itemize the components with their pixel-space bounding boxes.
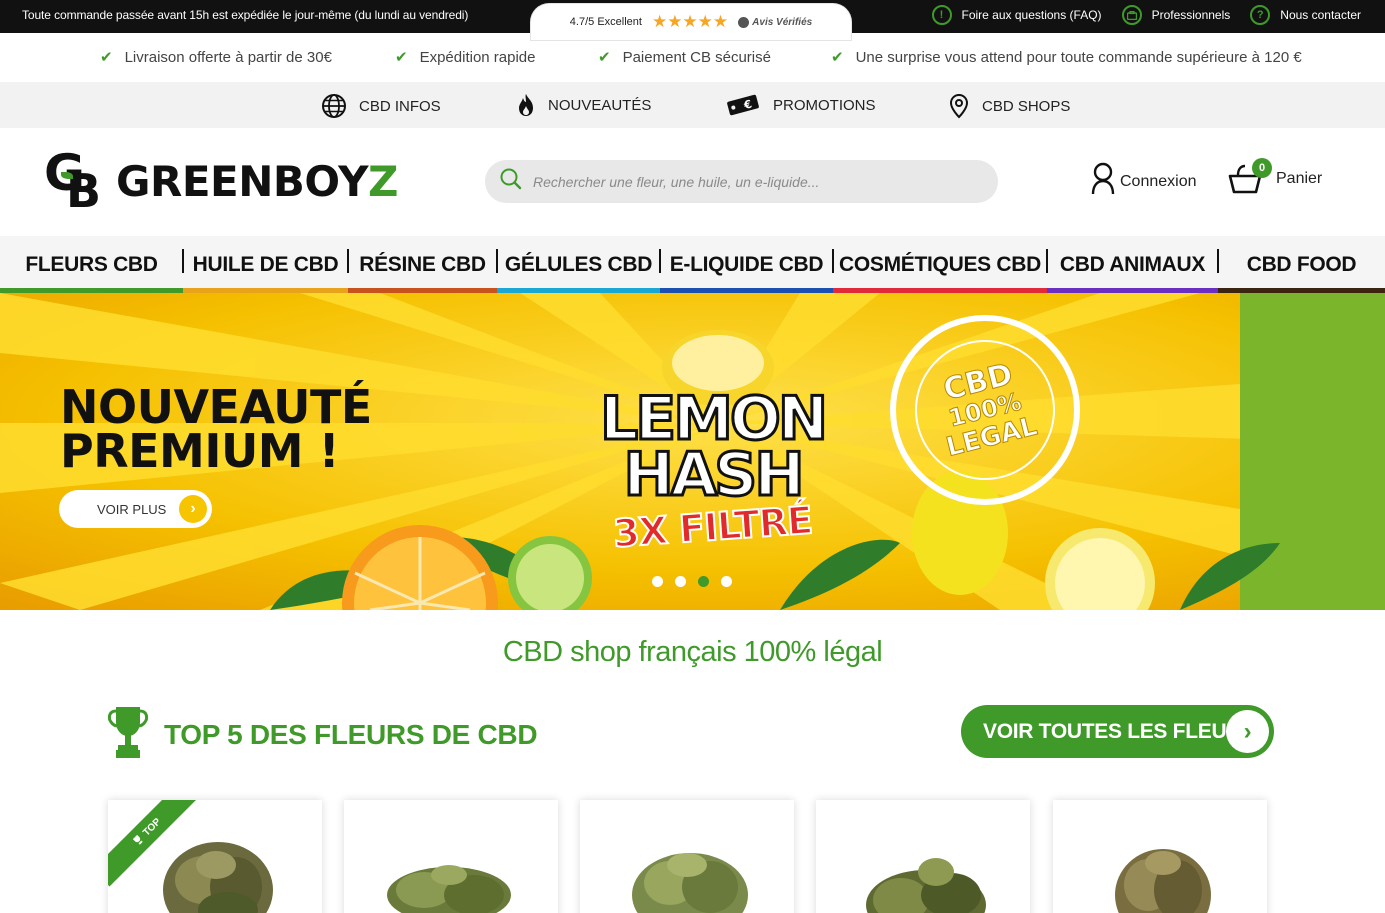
flame-icon bbox=[516, 93, 536, 117]
check-icon: ✔ bbox=[831, 49, 844, 66]
banner-voir-plus-button[interactable]: VOIR PLUS › bbox=[59, 490, 212, 528]
info-nav-cbd-infos[interactable]: CBD INFOS bbox=[321, 93, 441, 119]
cbd-flower-image bbox=[1115, 849, 1211, 913]
logo-mark-icon: G B bbox=[44, 148, 102, 214]
rating-stars-icon: ★★★★★ bbox=[651, 12, 729, 31]
product-card[interactable] bbox=[816, 800, 1030, 913]
top5-title: TOP 5 DES FLEURS DE CBD bbox=[164, 718, 538, 750]
category-cosmetiques-cbd[interactable]: COSMÉTIQUES CBD bbox=[833, 236, 1047, 293]
reassurance-secure-payment: ✔ Paiement CB sécurisé bbox=[598, 48, 771, 67]
category-e-liquide-cbd[interactable]: E-LIQUIDE CBD bbox=[660, 236, 833, 293]
carousel-dots bbox=[652, 576, 732, 587]
trophy-icon bbox=[130, 832, 146, 848]
category-cbd-animaux[interactable]: CBD ANIMAUX bbox=[1047, 236, 1218, 293]
basket-icon: 0 bbox=[1228, 158, 1272, 196]
cart-label: Panier bbox=[1276, 170, 1323, 187]
briefcase-icon bbox=[1121, 5, 1142, 25]
reassurance-bar: ✔ Livraison offerte à partir de 30€ ✔ Ex… bbox=[0, 33, 1385, 82]
avis-verifies-icon bbox=[738, 16, 750, 28]
category-resine-cbd[interactable]: RÉSINE CBD bbox=[348, 236, 497, 293]
reassurance-surprise: ✔ Une surprise vous attend pour toute co… bbox=[831, 48, 1302, 67]
check-icon: ✔ bbox=[100, 49, 113, 66]
question-circle-icon: ? bbox=[1250, 5, 1271, 25]
check-icon: ✔ bbox=[598, 49, 611, 66]
map-pin-icon bbox=[948, 93, 970, 119]
cbd-flower-image bbox=[163, 842, 273, 913]
cbd-legal-seal-icon: CBD 100% LEGAL bbox=[890, 315, 1080, 505]
search-bar[interactable] bbox=[485, 160, 998, 203]
category-huile-de-cbd[interactable]: HUILE DE CBD bbox=[183, 236, 348, 293]
shipping-promo-text: Toute commande passée avant 15h est expé… bbox=[22, 8, 469, 22]
hero-banner[interactable]: NOUVEAUTÉ PREMIUM ! VOIR PLUS › LEMON HA… bbox=[0, 293, 1385, 610]
avis-verifies-logo: Avis Vérifiés bbox=[738, 16, 812, 28]
product-card[interactable] bbox=[1053, 800, 1267, 913]
site-header: G B GREENBOYZ Connexion 0 Panier bbox=[0, 128, 1385, 236]
rating-score: 4.7/5 Excellent bbox=[569, 16, 642, 28]
top-bar: Toute commande passée avant 15h est expé… bbox=[0, 0, 1385, 40]
cart-link[interactable]: 0 Panier bbox=[1228, 158, 1323, 196]
greenboyz-logo[interactable]: G B GREENBOYZ bbox=[44, 148, 398, 214]
banner-headline: NOUVEAUTÉ PREMIUM ! bbox=[60, 380, 372, 478]
carousel-dot-2[interactable] bbox=[675, 576, 686, 587]
check-icon: ✔ bbox=[395, 49, 408, 66]
chevron-right-icon: › bbox=[1226, 710, 1269, 753]
info-nav-cbd-shops[interactable]: CBD SHOPS bbox=[948, 93, 1070, 119]
top-links: ! Foire aux questions (FAQ) Professionne… bbox=[931, 5, 1361, 25]
top5-section-header: TOP 5 DES FLEURS DE CBD bbox=[106, 704, 538, 765]
exclamation-circle-icon: ! bbox=[931, 5, 952, 25]
cart-count-badge: 0 bbox=[1252, 158, 1272, 178]
carousel-dot-4[interactable] bbox=[721, 576, 732, 587]
info-nav-promotions[interactable]: € PROMOTIONS bbox=[725, 93, 876, 117]
cbd-flower-image bbox=[387, 865, 511, 913]
category-menu: FLEURS CBD HUILE DE CBD RÉSINE CBD GÉLUL… bbox=[0, 236, 1385, 293]
contact-link[interactable]: ? Nous contacter bbox=[1250, 5, 1361, 25]
trophy-icon bbox=[106, 704, 150, 765]
category-cbd-food[interactable]: CBD FOOD bbox=[1218, 236, 1385, 293]
logo-wordmark: GREENBOYZ bbox=[116, 156, 398, 206]
info-nav: CBD INFOS NOUVEAUTÉS € PROMOTIONS CBD SH… bbox=[0, 82, 1385, 128]
category-fleurs-cbd[interactable]: FLEURS CBD bbox=[0, 236, 183, 293]
reassurance-free-shipping: ✔ Livraison offerte à partir de 30€ bbox=[100, 48, 332, 67]
voir-toutes-les-fleurs-button[interactable]: VOIR TOUTES LES FLEURS › bbox=[961, 705, 1274, 758]
globe-icon bbox=[321, 93, 347, 119]
carousel-dot-3[interactable] bbox=[698, 576, 709, 587]
category-gelules-cbd[interactable]: GÉLULES CBD bbox=[497, 236, 660, 293]
reassurance-fast-shipping: ✔ Expédition rapide bbox=[395, 48, 536, 67]
info-nav-nouveautes[interactable]: NOUVEAUTÉS bbox=[516, 93, 651, 117]
faq-link[interactable]: ! Foire aux questions (FAQ) bbox=[931, 5, 1102, 25]
account-link[interactable]: Connexion bbox=[1090, 162, 1197, 201]
product-card[interactable] bbox=[344, 800, 558, 913]
product-card[interactable] bbox=[580, 800, 794, 913]
cbd-flower-image bbox=[866, 858, 986, 913]
professionals-link[interactable]: Professionnels bbox=[1121, 5, 1230, 25]
cbd-flower-image bbox=[632, 853, 748, 913]
lemon-hash-product-title: LEMON HASH 3X FILTRÉ bbox=[598, 384, 829, 557]
shop-tagline: CBD shop français 100% légal bbox=[502, 636, 883, 668]
carousel-dot-1[interactable] bbox=[652, 576, 663, 587]
account-label: Connexion bbox=[1120, 172, 1197, 190]
search-icon bbox=[499, 167, 523, 196]
euro-tag-icon: € bbox=[725, 93, 761, 117]
chevron-right-icon: › bbox=[179, 495, 207, 523]
search-input[interactable] bbox=[533, 173, 973, 190]
product-card[interactable]: TOP bbox=[108, 800, 322, 913]
user-icon bbox=[1090, 162, 1116, 201]
